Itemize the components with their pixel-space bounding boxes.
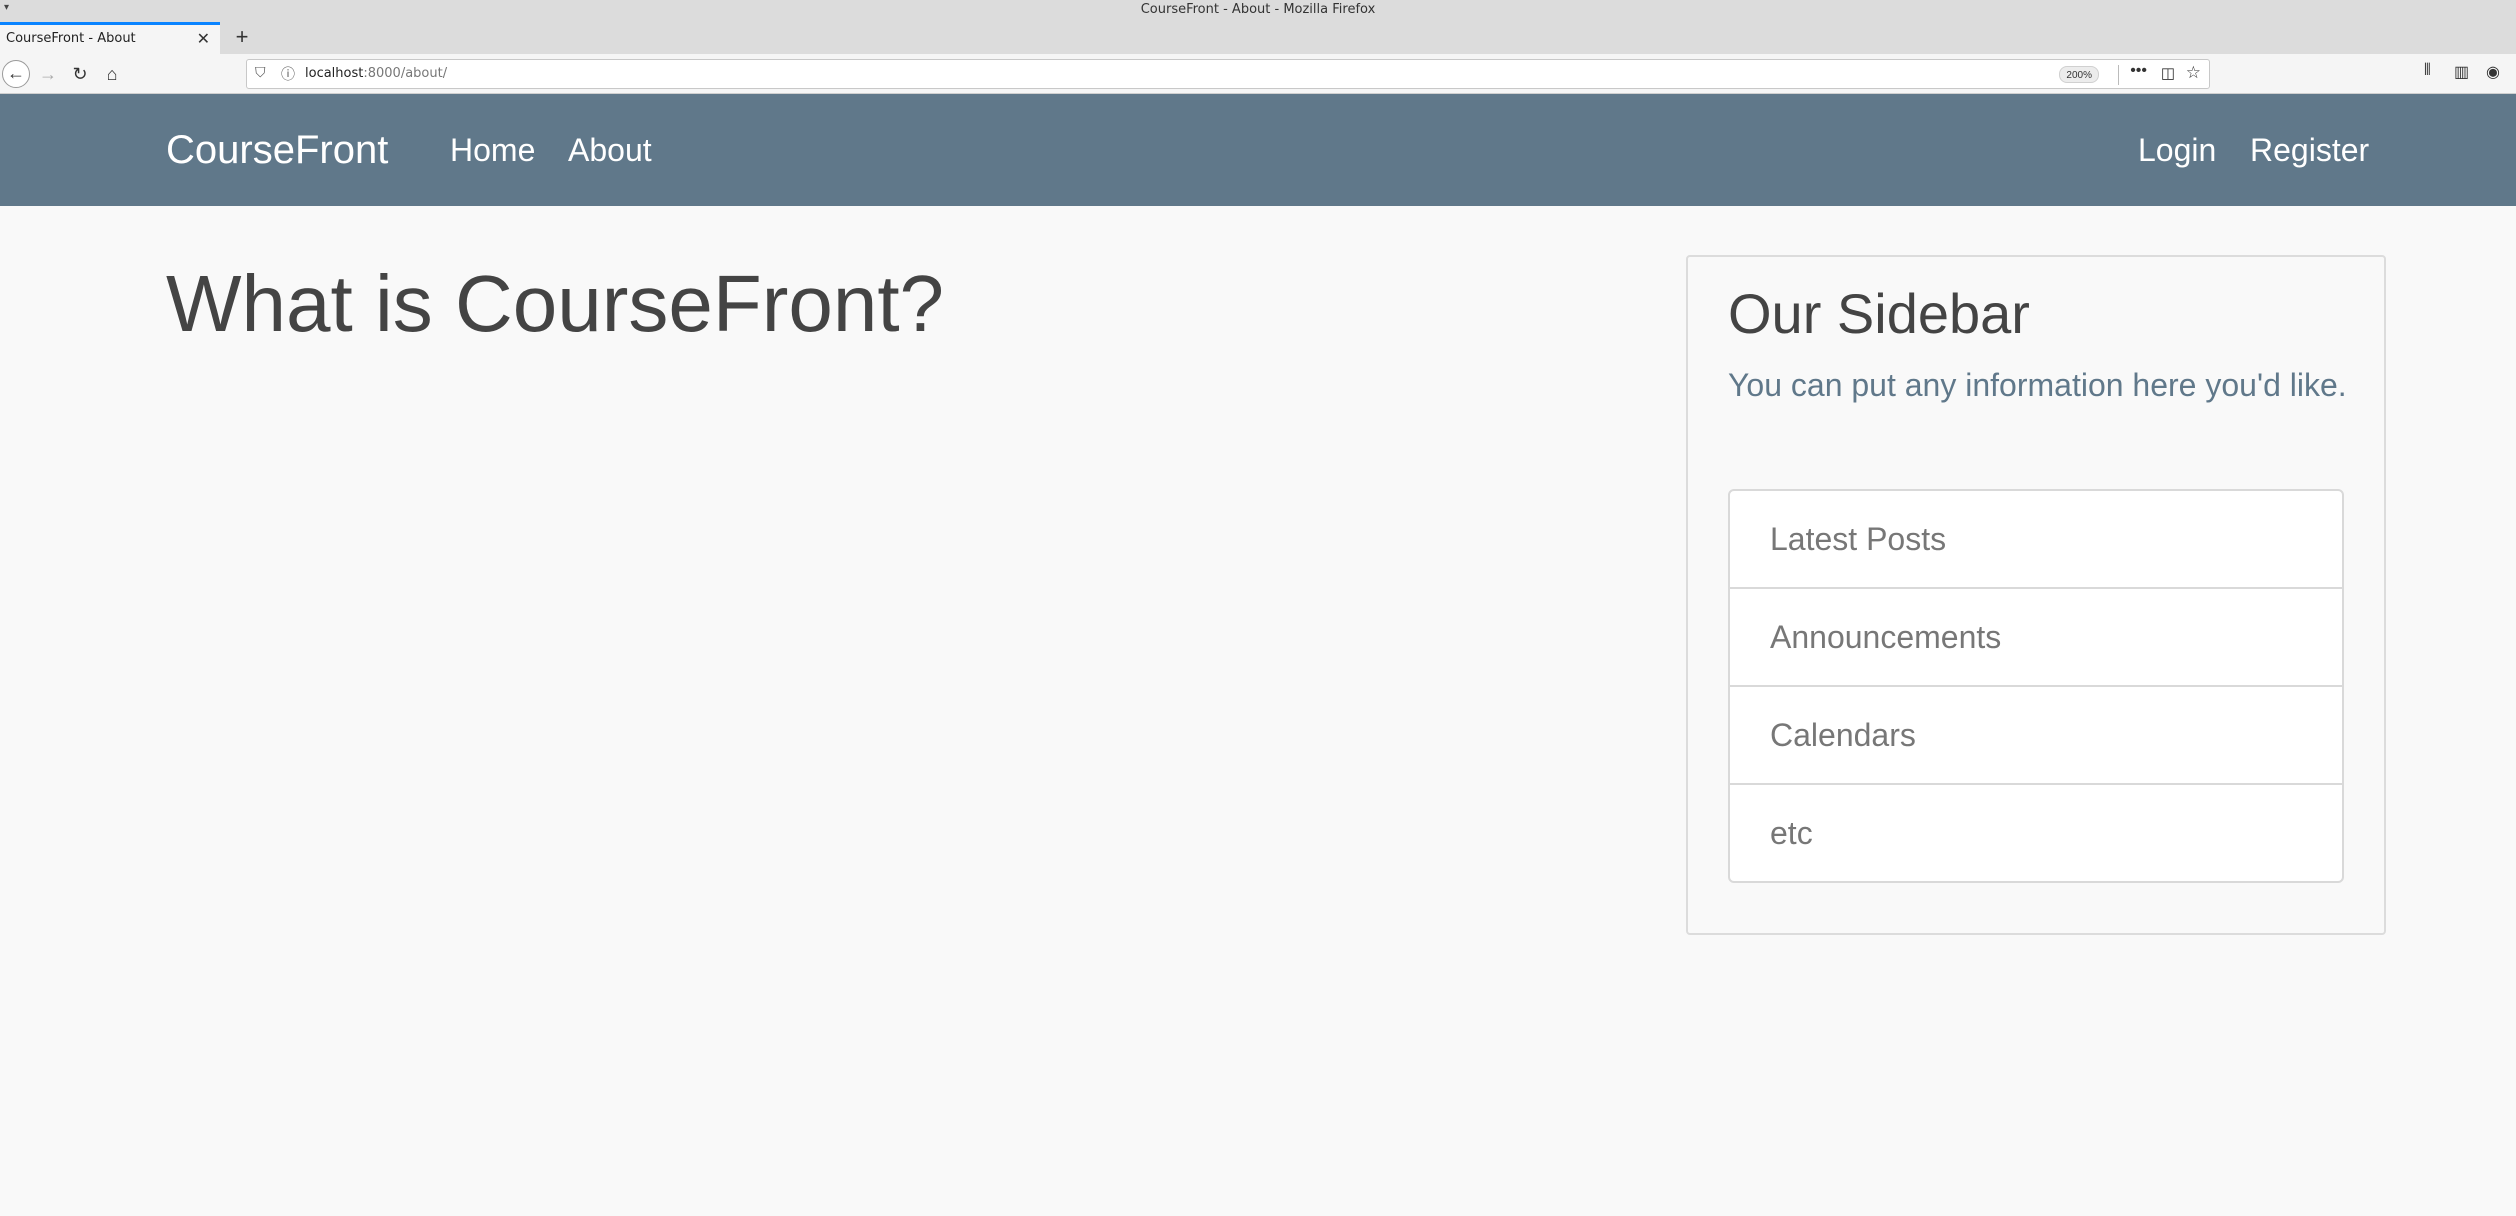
sidebar-list: Latest Posts Announcements Calendars etc bbox=[1728, 489, 2344, 883]
browser-toolbar: ← → ↻ ⌂ ⛉ ⓘ localhost:8000/about/ 200% •… bbox=[0, 54, 2516, 94]
site-info-icon[interactable]: ⓘ bbox=[281, 64, 295, 84]
tab-label: CourseFront - About bbox=[6, 31, 136, 46]
forward-arrow-icon[interactable]: → bbox=[34, 60, 62, 88]
tracking-shield-icon[interactable]: ⛉ bbox=[255, 64, 266, 81]
page-actions-icon[interactable]: ••• bbox=[2130, 62, 2147, 80]
bookmark-star-icon[interactable]: ☆ bbox=[2186, 63, 2201, 83]
site-navbar: CourseFront Home About Login Register bbox=[0, 94, 2516, 206]
brand-link[interactable]: CourseFront bbox=[166, 128, 388, 173]
zoom-indicator[interactable]: 200% bbox=[2059, 66, 2099, 83]
library-icon[interactable]: ⫴ bbox=[2424, 62, 2431, 80]
tab-active[interactable]: CourseFront - About ✕ bbox=[0, 22, 220, 54]
tab-strip: CourseFront - About ✕ + bbox=[0, 20, 2516, 54]
page-title: What is CourseFront? bbox=[166, 259, 945, 348]
sidebar-item-calendars[interactable]: Calendars bbox=[1730, 687, 2342, 785]
back-arrow-icon[interactable]: ← bbox=[2, 60, 30, 88]
address-bar[interactable]: ⛉ ⓘ localhost:8000/about/ 200% ••• ◫ ☆ bbox=[246, 59, 2210, 89]
sidebar-description: You can put any information here you'd l… bbox=[1728, 367, 2347, 403]
urlbar-separator bbox=[2118, 65, 2119, 85]
sidebar-card: Our Sidebar You can put any information … bbox=[1686, 255, 2386, 935]
sidebar-title: Our Sidebar bbox=[1728, 282, 2030, 345]
sidebar-item-latest-posts[interactable]: Latest Posts bbox=[1730, 491, 2342, 589]
url-path: :8000/about/ bbox=[363, 66, 448, 81]
nav-login-link[interactable]: Login bbox=[2138, 132, 2216, 169]
list-item-label: etc bbox=[1770, 815, 1813, 851]
pocket-icon[interactable]: ◫ bbox=[2161, 64, 2175, 82]
list-item-label: Calendars bbox=[1770, 717, 1916, 753]
sidebar-item-announcements[interactable]: Announcements bbox=[1730, 589, 2342, 687]
list-item-label: Latest Posts bbox=[1770, 521, 1947, 557]
sidebar-toggle-icon[interactable]: ▥ bbox=[2454, 62, 2469, 82]
nav-home-link[interactable]: Home bbox=[450, 132, 535, 169]
sidebar-item-etc[interactable]: etc bbox=[1730, 785, 2342, 883]
home-icon[interactable]: ⌂ bbox=[98, 60, 126, 88]
window-title: CourseFront - About - Mozilla Firefox bbox=[1140, 2, 1376, 17]
list-item-label: Announcements bbox=[1770, 619, 2002, 655]
reload-icon[interactable]: ↻ bbox=[66, 60, 94, 88]
nav-about-link[interactable]: About bbox=[568, 132, 652, 169]
close-tab-icon[interactable]: ✕ bbox=[197, 29, 210, 49]
url-host: localhost bbox=[305, 66, 364, 81]
nav-register-link[interactable]: Register bbox=[2250, 132, 2369, 169]
window-titlebar: ▾ CourseFront - About - Mozilla Firefox bbox=[0, 0, 2516, 20]
url-text[interactable]: localhost:8000/about/ bbox=[305, 66, 447, 81]
new-tab-button[interactable]: + bbox=[228, 24, 256, 52]
account-icon[interactable]: ◉ bbox=[2486, 62, 2500, 82]
